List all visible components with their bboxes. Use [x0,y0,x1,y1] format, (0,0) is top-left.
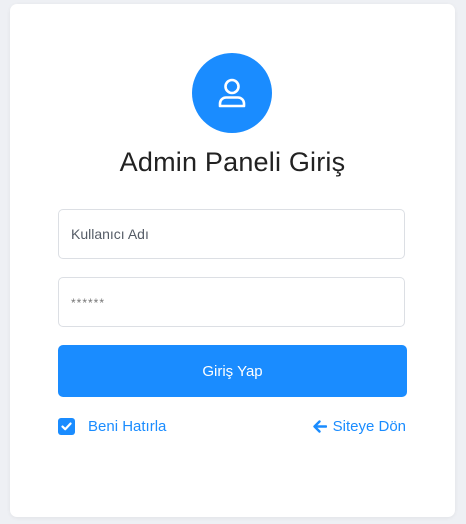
login-button[interactable]: Giriş Yap [58,345,407,397]
password-input[interactable] [58,277,405,327]
avatar [192,53,272,133]
user-icon [218,78,246,108]
remember-me-label: Beni Hatırla [88,418,167,435]
back-to-site-label: Siteye Dön [332,418,406,435]
username-input[interactable] [58,209,405,259]
login-card: Admin Paneli Giriş Giriş Yap Beni Hatırl… [10,4,455,517]
remember-me-checkbox[interactable]: Beni Hatırla [58,418,166,435]
page-title: Admin Paneli Giriş [119,147,346,177]
back-to-site-link[interactable]: Siteye Dön [312,418,406,435]
arrow-left-icon [312,420,327,433]
checkbox-checked-icon[interactable] [58,418,75,435]
